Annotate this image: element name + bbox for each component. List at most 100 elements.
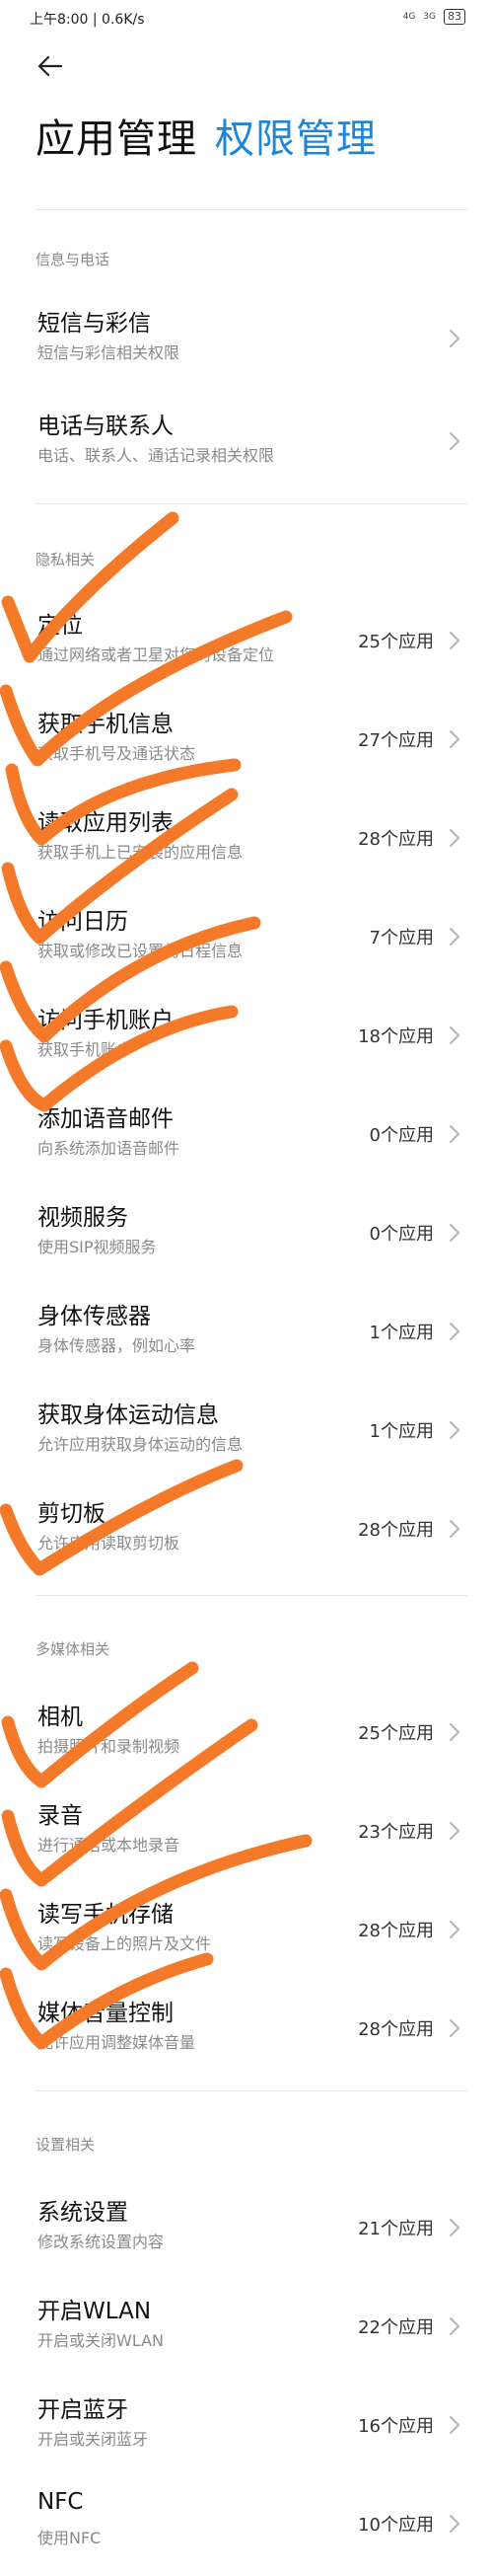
permission-description: 获取手机账户	[37, 1040, 133, 1059]
permission-item[interactable]: NFC 使用NFC 10个应用	[0, 2481, 493, 2576]
app-count: 0个应用	[369, 1125, 434, 1146]
title-permission-management[interactable]: 权限管理	[215, 116, 377, 162]
app-count: 16个应用	[358, 2416, 434, 2437]
permission-item[interactable]: 添加语音邮件向系统添加语音邮件 0个应用	[0, 1092, 493, 1186]
chevron-right-icon	[450, 2219, 459, 2236]
permission-description: 开启或关闭蓝牙	[37, 2430, 149, 2449]
permission-item[interactable]: 剪切板允许应用读取剪切板 28个应用	[0, 1486, 493, 1581]
permission-title: 视频服务	[37, 1205, 128, 1231]
permission-item[interactable]: 读写手机存储读写设备上的照片及文件 28个应用	[0, 1887, 493, 1982]
permission-title: NFC	[37, 2489, 84, 2515]
chevron-right-icon	[450, 1421, 459, 1439]
section-divider	[35, 2090, 467, 2091]
permission-item[interactable]: 电话与联系人电话、联系人、通话记录相关权限	[0, 399, 493, 493]
permission-description: 允许应用获取身体运动的信息	[37, 1435, 244, 1454]
chevron-right-icon	[450, 2019, 459, 2037]
permission-title: 开启蓝牙	[37, 2397, 128, 2423]
permission-title: 身体传感器	[37, 1304, 151, 1329]
permission-item[interactable]: 相机 拍摄照片和录制视频 25个应用	[0, 1690, 493, 1784]
section-header: 多媒体相关	[35, 1640, 110, 1658]
permission-description: 修改系统设置内容	[37, 2233, 165, 2251]
permission-item[interactable]: 系统设置修改系统设置内容 21个应用	[0, 2185, 493, 2280]
permission-item[interactable]: 开启WLAN 开启或关闭WLAN 22个应用	[0, 2284, 493, 2379]
permission-description: 读写设备上的照片及文件	[37, 1934, 212, 1953]
chevron-right-icon	[450, 1822, 459, 1840]
app-count: 10个应用	[358, 2515, 434, 2536]
permission-description: 短信与彩信相关权限	[37, 343, 180, 362]
app-count: 25个应用	[358, 632, 434, 652]
app-count: 1个应用	[369, 1323, 434, 1343]
permission-description: 允许应用读取剪切板	[37, 1534, 180, 1553]
app-count: 7个应用	[369, 928, 434, 948]
chevron-right-icon	[450, 2317, 459, 2335]
chevron-right-icon	[450, 1026, 459, 1044]
page-title: 应用管理 权限管理	[35, 107, 377, 164]
permission-title: 剪切板	[37, 1501, 106, 1527]
app-count: 28个应用	[358, 1921, 434, 1941]
permission-title: 访问手机账户	[37, 1008, 174, 1033]
chevron-right-icon	[450, 1224, 459, 1242]
permission-title: 获取手机信息	[37, 712, 174, 737]
permission-title: 添加语音邮件	[37, 1106, 174, 1132]
permission-item[interactable]: 短信与彩信短信与彩信相关权限	[0, 296, 493, 391]
permission-item[interactable]: 录音进行通话或本地录音 23个应用	[0, 1788, 493, 1883]
title-app-management[interactable]: 应用管理	[35, 116, 197, 162]
chevron-right-icon	[450, 1723, 459, 1741]
permission-item[interactable]: 获取身体运动信息允许应用获取身体运动的信息 1个应用	[0, 1388, 493, 1482]
section-divider	[35, 1595, 467, 1596]
permission-title: 录音	[37, 1803, 83, 1829]
permission-item[interactable]: 身体传感器 身体传感器，例如心率 1个应用	[0, 1289, 493, 1384]
section-divider	[35, 503, 467, 504]
permission-title: 定位	[37, 613, 83, 639]
permission-item[interactable]: 开启蓝牙开启或关闭蓝牙 16个应用	[0, 2383, 493, 2477]
chevron-right-icon	[450, 632, 459, 649]
permission-title: 电话与联系人	[37, 414, 174, 439]
app-count: 23个应用	[358, 1822, 434, 1843]
chevron-right-icon	[450, 928, 459, 946]
permission-description: 通过网络或者卫星对您的设备定位	[37, 645, 275, 664]
app-count: 27个应用	[358, 730, 434, 751]
permission-item[interactable]: 访问手机账户获取手机账户 18个应用	[0, 993, 493, 1088]
chevron-right-icon	[450, 730, 459, 748]
permission-description: 获取或修改已设置的日程信息	[37, 942, 244, 960]
permission-item[interactable]: 媒体音量控制 允许应用调整媒体音量 28个应用	[0, 1986, 493, 2081]
permission-description: 电话、联系人、通话记录相关权限	[37, 446, 275, 465]
app-count: 21个应用	[358, 2219, 434, 2239]
chevron-right-icon	[450, 432, 459, 450]
app-count: 0个应用	[369, 1224, 434, 1245]
permission-title: 相机	[37, 1705, 83, 1730]
permission-item[interactable]: 定位通过网络或者卫星对您的设备定位 25个应用	[0, 598, 493, 693]
app-count: 18个应用	[358, 1026, 434, 1047]
permission-title: 短信与彩信	[37, 311, 151, 337]
permission-description: 获取手机号及通话状态	[37, 744, 196, 763]
permission-title: 读写手机存储	[37, 1902, 174, 1928]
permission-description: 使用SIP视频服务	[37, 1238, 157, 1256]
permission-item[interactable]: 读取应用列表 获取手机上已安装的应用信息 28个应用	[0, 796, 493, 890]
signal-3g-icon: 3G	[423, 12, 436, 22]
status-indicators: 4G 3G 83	[403, 9, 465, 25]
permission-item[interactable]: 视频服务使用SIP视频服务 0个应用	[0, 1190, 493, 1285]
permission-description: 进行通话或本地录音	[37, 1836, 180, 1855]
section-header: 信息与电话	[35, 251, 110, 268]
permission-title: 系统设置	[37, 2200, 128, 2226]
section-divider	[35, 209, 467, 210]
chevron-right-icon	[450, 2416, 459, 2434]
app-count: 28个应用	[358, 1520, 434, 1541]
chevron-right-icon	[450, 330, 459, 347]
permission-title: 获取身体运动信息	[37, 1402, 219, 1428]
app-count: 28个应用	[358, 829, 434, 850]
app-count: 28个应用	[358, 2019, 434, 2040]
permission-title: 媒体音量控制	[37, 2001, 174, 2026]
status-bar: 上午8:00 | 0.6K/s 4G 3G 83	[0, 0, 493, 36]
app-count: 25个应用	[358, 1723, 434, 1744]
permission-item[interactable]: 获取手机信息获取手机号及通话状态 27个应用	[0, 697, 493, 792]
back-arrow-icon[interactable]	[35, 51, 65, 81]
permission-title: 读取应用列表	[37, 810, 174, 836]
status-time: 上午8:00 | 0.6K/s	[30, 12, 145, 28]
permission-item[interactable]: 访问日历 获取或修改已设置的日程信息 7个应用	[0, 894, 493, 989]
permission-description: 向系统添加语音邮件	[37, 1139, 180, 1158]
chevron-right-icon	[450, 1520, 459, 1538]
section-header: 设置相关	[35, 2136, 96, 2154]
signal-4g-icon: 4G	[402, 12, 416, 22]
app-count: 1个应用	[369, 1421, 434, 1442]
